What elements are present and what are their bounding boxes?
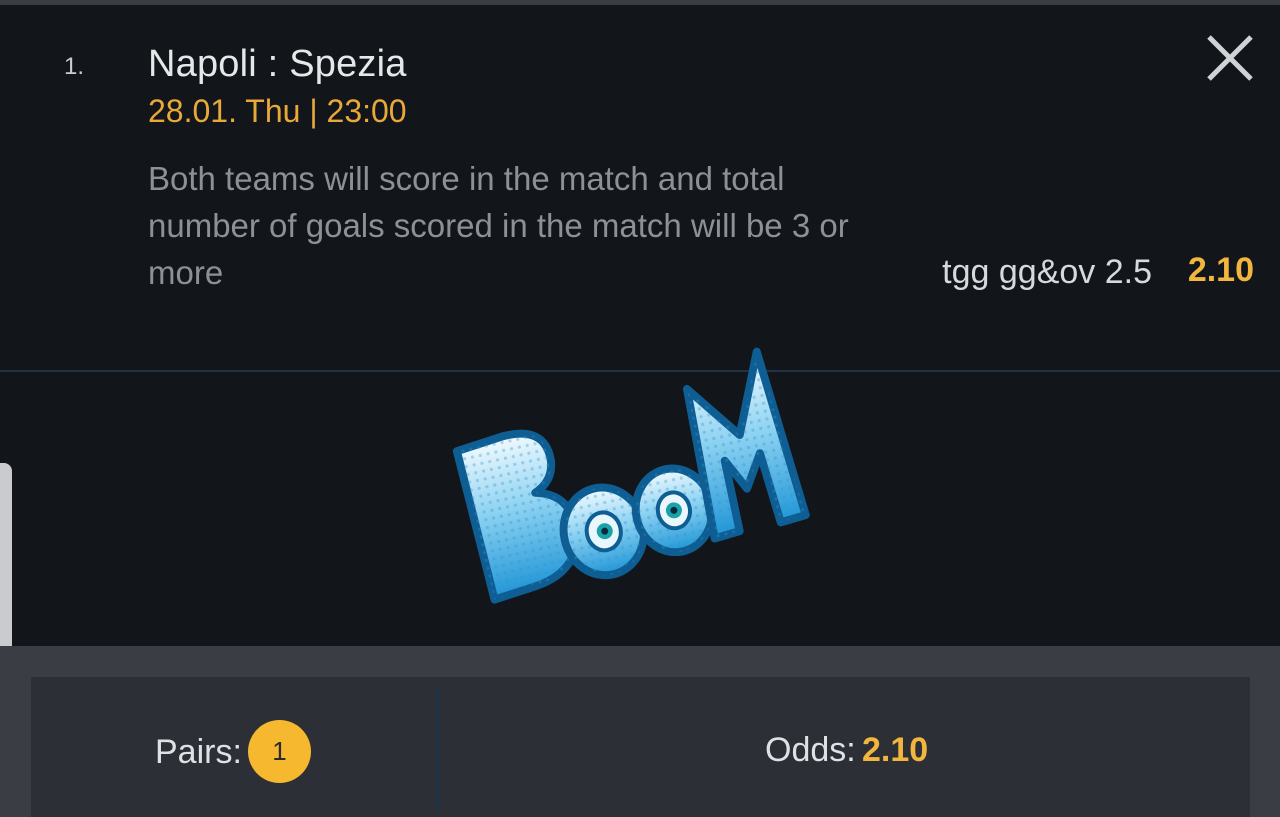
match-datetime: 28.01. Thu | 23:00 <box>148 93 407 129</box>
sticker-area <box>0 347 1280 646</box>
total-odds-value: 2.10 <box>862 731 929 769</box>
summary-panel: Pairs: 1 Odds: 2.10 <box>31 677 1250 817</box>
pairs-count-badge: 1 <box>248 720 311 783</box>
pairs-label: Pairs: <box>155 733 242 771</box>
summary-divider <box>436 690 439 811</box>
match-title: Napoli : Spezia <box>148 43 407 85</box>
market-code: tgg gg&ov 2.5 <box>942 253 1152 291</box>
boom-sticker <box>452 347 810 604</box>
bet-index: 1. <box>64 53 85 80</box>
close-button[interactable] <box>1204 32 1256 84</box>
close-icon <box>1207 35 1253 81</box>
selection-odds: 2.10 <box>1187 251 1254 289</box>
bet-card: 1. Napoli : Spezia 28.01. Thu | 23:00 Bo… <box>0 5 1280 371</box>
odds-label: Odds: <box>765 731 856 769</box>
market-description: Both teams will score in the match and t… <box>148 160 849 291</box>
betslip-footer: Pairs: 1 Odds: 2.10 <box>0 646 1280 817</box>
